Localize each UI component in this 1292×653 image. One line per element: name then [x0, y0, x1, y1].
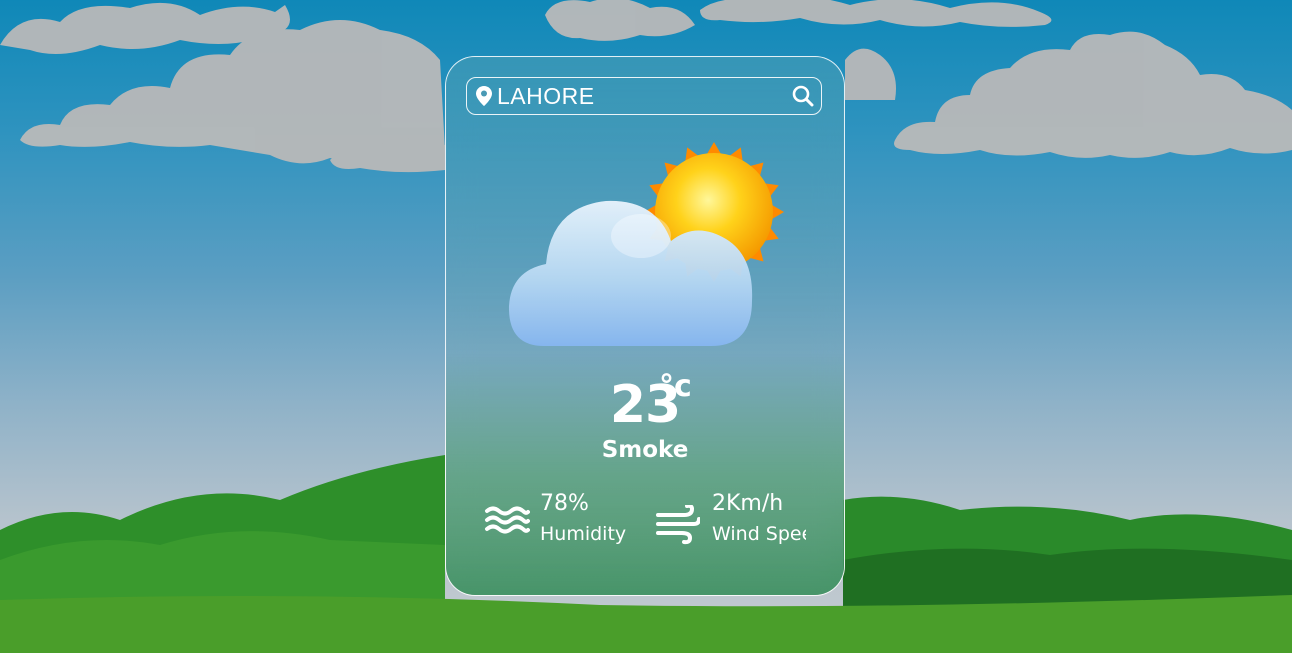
partly-cloudy-icon [506, 141, 786, 360]
weather-condition: Smoke [601, 437, 689, 463]
temperature-unit: °c [659, 369, 692, 404]
map-pin-icon [476, 86, 492, 110]
weather-card: 23 °c Smoke 78% Humidity [445, 56, 845, 596]
temperature-display: 23 °c [446, 369, 844, 435]
humidity-value: 78% [540, 491, 589, 516]
humidity-label: Humidity [540, 523, 627, 545]
humidity-waves-icon [484, 505, 530, 543]
search-bar [466, 77, 822, 115]
wind-stat: 2Km/h Wind Speed [656, 491, 806, 551]
city-search-input[interactable] [497, 81, 787, 111]
wind-speed-label: Wind Speed [712, 523, 806, 545]
wind-speed-value: 2Km/h [712, 491, 784, 516]
humidity-stat: 78% Humidity [484, 491, 634, 551]
wind-icon [656, 503, 701, 549]
search-icon[interactable] [792, 85, 814, 111]
